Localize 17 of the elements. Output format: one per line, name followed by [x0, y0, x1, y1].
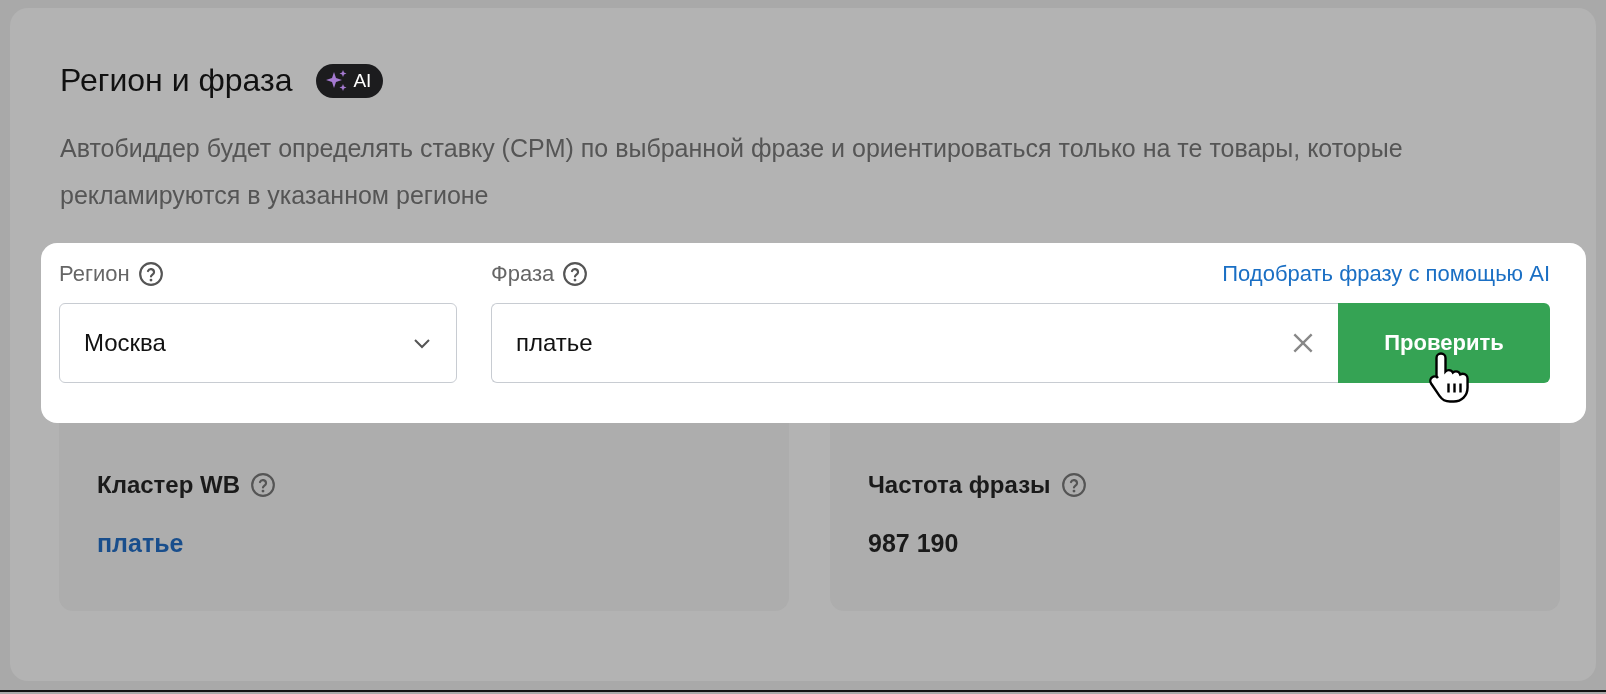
- phrase-field[interactable]: платье: [491, 303, 1338, 383]
- section-title: Регион и фраза: [60, 62, 293, 99]
- cluster-link[interactable]: платье: [97, 529, 184, 558]
- region-dropdown[interactable]: Москва: [59, 303, 457, 383]
- field-label: Регион: [59, 261, 130, 287]
- stat-title: Частота фразы: [868, 471, 1051, 499]
- ai-link[interactable]: Подобрать фразу с помощью AI: [1222, 261, 1550, 287]
- help-icon[interactable]: [1060, 472, 1087, 498]
- field-label: Фраза: [491, 261, 555, 287]
- help-icon[interactable]: [562, 261, 589, 287]
- stat-title: Кластер WB: [97, 471, 240, 499]
- description-text: Автобиддер будет определять ставку (CPM) по выбранной фразе и ориентироваться только на те товары, которые рекламируются в указанном регионе: [59, 133, 1404, 211]
- stat-value: 987 190: [868, 529, 959, 558]
- sparkle-icon: [325, 68, 350, 93]
- help-icon[interactable]: [250, 472, 276, 498]
- help-icon[interactable]: [137, 261, 164, 287]
- ai-badge: AI: [316, 63, 384, 98]
